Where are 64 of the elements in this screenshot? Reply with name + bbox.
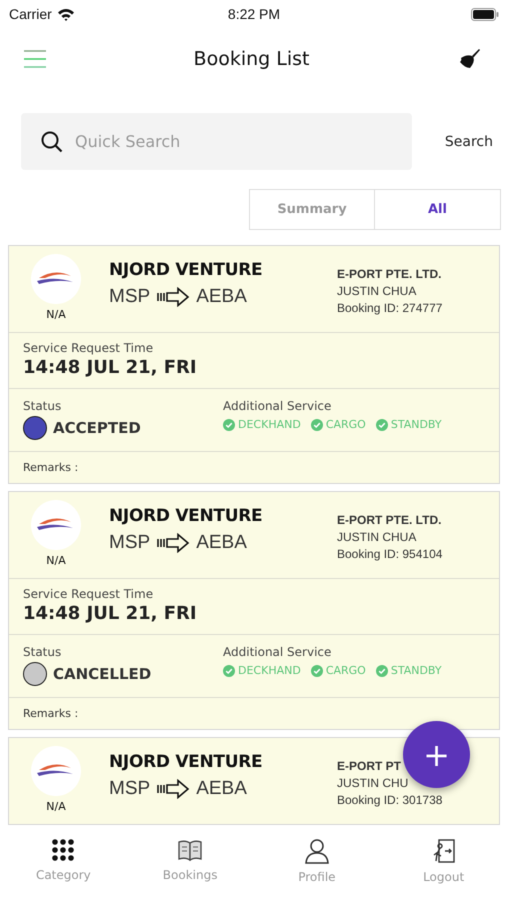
request-time: 14:48 JUL 21, FRI [23, 357, 198, 378]
field-label: Additional Service [223, 399, 332, 413]
search-field[interactable]: Quick Search [21, 113, 412, 170]
vessel-name: NJORD VENTURE [109, 752, 264, 772]
arrow-icon [156, 779, 190, 799]
service-tag: DECKHAND [238, 418, 301, 431]
menu-icon[interactable] [24, 48, 46, 70]
status-time: 8:22 PM [228, 6, 280, 22]
book-icon [177, 838, 204, 862]
booking-card[interactable]: N/A NJORD VENTURE MSP AEBA E-PORT PTE. LTD. JUSTIN CHUA Booking ID: 274777 Service Request Time 14:48 JUL 21, FRI Status ACCEPTED Additional Service DECKHAND CARGO STANDBY Remarks : [8, 245, 500, 484]
field-label: Service Request Time [23, 587, 154, 601]
contact-name: JUSTIN CHUA [337, 283, 416, 300]
company-logo [31, 746, 81, 796]
booking-id: Booking ID: 954104 [337, 546, 442, 563]
destination-port: AEBA [196, 778, 247, 800]
company-logo [31, 500, 81, 550]
company-name: E-PORT PTE. LTD. [337, 266, 442, 283]
logo-caption: N/A [46, 554, 66, 567]
search-icon [41, 131, 63, 153]
remarks-label: Remarks : [9, 451, 499, 483]
vessel-name: NJORD VENTURE [109, 260, 264, 280]
arrow-icon [156, 533, 190, 553]
origin-port: MSP [109, 778, 150, 800]
request-time: 14:48 JUL 21, FRI [23, 603, 198, 624]
field-label: Additional Service [223, 645, 332, 659]
battery-icon [470, 8, 499, 20]
arrow-icon [156, 287, 190, 307]
person-icon [304, 838, 330, 864]
check-icon [223, 418, 235, 430]
destination-port: AEBA [196, 286, 247, 308]
logo-caption: N/A [46, 800, 66, 813]
logo-caption: N/A [46, 308, 66, 321]
destination-port: AEBA [196, 532, 247, 554]
wifi-icon [56, 8, 75, 20]
booking-id: Booking ID: 301738 [337, 792, 442, 809]
grid-icon [51, 838, 76, 862]
company-logo [31, 254, 81, 304]
field-label: Service Request Time [23, 341, 154, 355]
booking-card[interactable]: N/A NJORD VENTURE MSP AEBA E-PORT PTE. LTD. JUSTIN CHUA Booking ID: 954104 Service Request Time 14:48 JUL 21, FRI Status CANCELLED Additional Service DECKHAND CARGO STANDBY Remarks : [8, 491, 500, 730]
search-button[interactable]: Search [436, 128, 501, 156]
carrier-name: Carrier [9, 6, 52, 22]
contact-name: JUSTIN CHUA [337, 529, 416, 546]
check-icon [223, 664, 235, 676]
status-text: ACCEPTED [53, 419, 141, 437]
company-name: E-PORT PT [337, 758, 402, 775]
service-tag: STANDBY [390, 418, 442, 431]
field-label: Status [23, 645, 62, 659]
service-tag: CARGO [326, 664, 366, 677]
service-tag: CARGO [326, 418, 366, 431]
field-label: Status [23, 399, 62, 413]
check-icon [310, 664, 323, 676]
origin-port: MSP [109, 532, 150, 554]
page-title: Booking List [194, 48, 310, 70]
segment-tab[interactable]: All [375, 189, 501, 230]
check-icon [376, 418, 388, 430]
company-name: E-PORT PTE. LTD. [337, 512, 442, 529]
check-icon [310, 418, 323, 430]
service-tag: DECKHAND [238, 664, 301, 677]
service-tag: STANDBY [390, 664, 442, 677]
origin-port: MSP [109, 286, 150, 308]
status-text: CANCELLED [53, 665, 152, 683]
check-icon [376, 664, 388, 676]
vessel-name: NJORD VENTURE [109, 506, 264, 526]
booking-id: Booking ID: 274777 [337, 300, 442, 317]
